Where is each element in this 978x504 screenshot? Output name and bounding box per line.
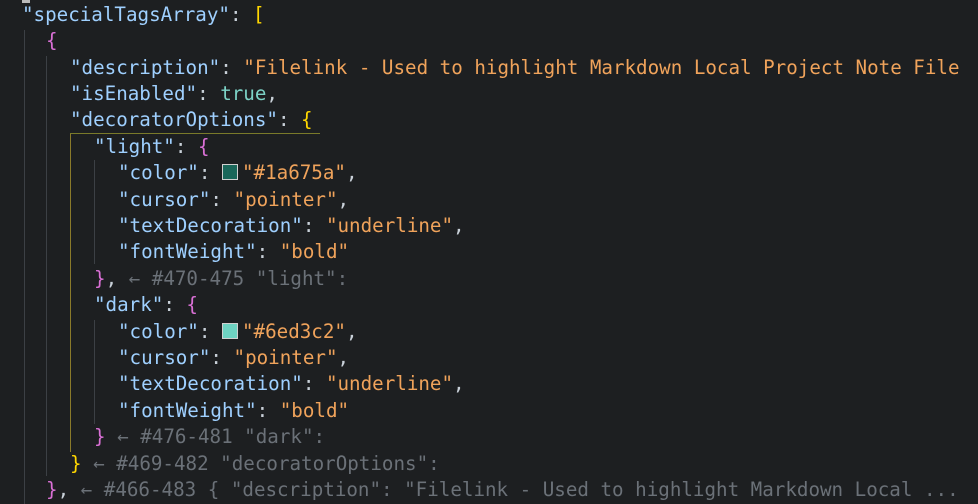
code-line-4[interactable]: "isEnabled": true, [70, 81, 278, 107]
colon: : [197, 82, 221, 105]
color-swatch[interactable] [221, 323, 238, 339]
code-line-1[interactable]: "specialTagsArray": [ [22, 2, 265, 28]
json-key: "fontWeight" [118, 399, 257, 422]
json-string: "bold" [279, 399, 350, 422]
json-key: "light" [94, 135, 175, 158]
code-line-5[interactable]: "decoratorOptions": { [70, 107, 313, 133]
colon: : [256, 399, 280, 422]
bracket: [ [253, 3, 265, 26]
indent-guide [46, 56, 47, 476]
comma: , [453, 372, 465, 395]
bracket: { [186, 293, 198, 316]
json-string: "pointer" [233, 188, 338, 211]
colon: : [277, 108, 302, 131]
json-key: "cursor" [118, 188, 211, 211]
json-key: "cursor" [118, 346, 211, 369]
json-key: "decoratorOptions" [70, 108, 278, 131]
json-key: "specialTagsArray" [22, 3, 230, 26]
json-key: "isEnabled" [70, 82, 198, 105]
code-line-10[interactable]: "fontWeight": "bold" [118, 239, 349, 265]
json-boolean: true [220, 82, 267, 105]
bracket: } [70, 452, 82, 475]
json-string: "#1a675a" [241, 161, 346, 184]
comma: , [345, 320, 358, 343]
comma: , [105, 267, 118, 290]
colon: : [302, 372, 326, 395]
json-string: "underline" [325, 372, 454, 395]
code-line-2[interactable]: { [46, 28, 58, 54]
indent-guide [94, 320, 95, 424]
colon: : [163, 293, 187, 316]
comma: , [57, 478, 70, 501]
comma: , [453, 214, 465, 237]
json-string: "bold" [279, 240, 350, 263]
json-key: "dark" [94, 293, 164, 316]
code-line-7[interactable]: "color": "#1a675a", [118, 160, 358, 186]
code-editor[interactable]: "specialTagsArray": [ { "description": "… [0, 0, 978, 504]
json-key: "description" [70, 56, 221, 79]
bracket-pair-hint: ← #466-483 { "description": "Filelink - … [69, 478, 959, 501]
colon: : [210, 188, 234, 211]
bracket: { [46, 29, 58, 52]
colon: : [256, 240, 280, 263]
code-line-6[interactable]: "light": { [94, 134, 210, 160]
comma: , [345, 161, 358, 184]
bracket: { [301, 108, 313, 131]
bracket-pair-hint: ← #469-482 "decoratorOptions": [81, 452, 440, 475]
bracket: { [197, 135, 210, 158]
colon: : [302, 214, 326, 237]
code-line-19[interactable]: }, ← #466-483 { "description": "Filelink… [46, 477, 959, 503]
json-string: "Filelink - Used to highlight Markdown L… [243, 56, 960, 79]
bracket: } [94, 267, 106, 290]
code-line-3[interactable]: "description": "Filelink - Used to highl… [70, 55, 960, 81]
colon: : [198, 320, 222, 343]
json-key: "textDecoration" [118, 214, 303, 237]
code-line-8[interactable]: "cursor": "pointer", [118, 187, 349, 213]
code-line-18[interactable]: } ← #469-482 "decoratorOptions": [70, 451, 440, 477]
code-line-16[interactable]: "fontWeight": "bold" [118, 398, 349, 424]
json-string: "#6ed3c2" [241, 320, 346, 343]
bracket: } [94, 425, 106, 448]
bracket-pair-hint: ← #470-475 "light": [117, 267, 349, 290]
code-line-13[interactable]: "color": "#6ed3c2", [118, 319, 358, 345]
json-key: "textDecoration" [118, 372, 303, 395]
comma: , [337, 188, 350, 211]
color-swatch[interactable] [221, 164, 238, 180]
colon: : [174, 135, 198, 158]
code-line-17[interactable]: } ← #476-481 "dark": [94, 424, 325, 450]
json-key: "color" [118, 161, 199, 184]
json-string: "underline" [325, 214, 454, 237]
code-line-14[interactable]: "cursor": "pointer", [118, 345, 349, 371]
code-line-15[interactable]: "textDecoration": "underline", [118, 371, 465, 397]
colon: : [229, 3, 254, 26]
colon: : [210, 346, 234, 369]
code-line-12[interactable]: "dark": { [94, 292, 198, 318]
indent-guide [24, 30, 25, 504]
code-line-11[interactable]: }, ← #470-475 "light": [94, 266, 348, 292]
indent-guide [70, 134, 71, 452]
json-key: "fontWeight" [118, 240, 257, 263]
comma: , [337, 346, 350, 369]
indent-guide [94, 160, 95, 264]
colon: : [220, 56, 244, 79]
colon: : [198, 161, 222, 184]
code-line-9[interactable]: "textDecoration": "underline", [118, 213, 465, 239]
json-key: "color" [118, 320, 199, 343]
bracket: } [46, 478, 58, 501]
comma: , [266, 82, 278, 105]
json-string: "pointer" [233, 346, 338, 369]
bracket-pair-hint: ← #476-481 "dark": [105, 425, 326, 448]
